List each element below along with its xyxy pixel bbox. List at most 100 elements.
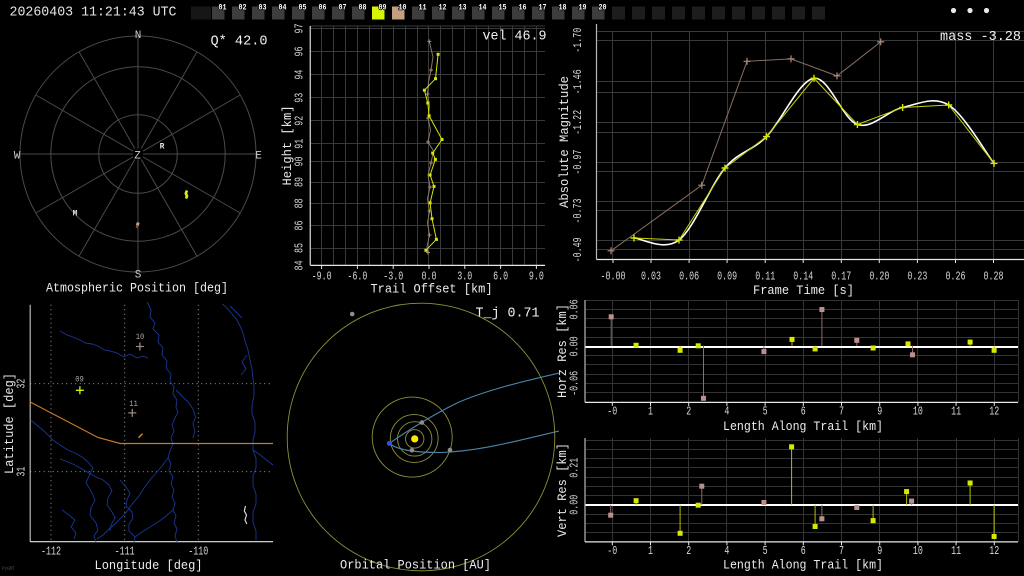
svg-text:86: 86 [294,220,307,230]
svg-text:09: 09 [75,375,84,385]
svg-text:9: 9 [877,545,882,558]
svg-text:1: 1 [648,406,653,419]
svg-text:-1.46: -1.46 [572,69,585,94]
svg-text:0.17: 0.17 [831,271,851,284]
svg-text:0.28: 0.28 [984,271,1004,284]
svg-text:0.06: 0.06 [679,271,699,284]
svg-text:0.20: 0.20 [869,271,889,284]
svg-text:0.11: 0.11 [755,271,775,284]
svg-text:7: 7 [839,545,844,558]
svg-text:-110: -110 [188,546,208,559]
svg-text:31: 31 [16,467,29,477]
svg-text:PyGMT: PyGMT [2,566,15,572]
svg-text:N: N [135,30,142,42]
svg-text:-112: -112 [41,546,61,559]
svg-text:05: 05 [299,4,307,13]
svg-text:17: 17 [539,4,547,13]
svg-text:Vert Res [km]: Vert Res [km] [555,443,570,537]
svg-text:Length Along Trail [km]: Length Along Trail [km] [723,420,883,434]
svg-text:0.00: 0.00 [569,495,582,515]
svg-text:13: 13 [459,4,467,13]
svg-text:10: 10 [136,332,145,342]
svg-text:03: 03 [259,4,267,13]
svg-text:-1.22: -1.22 [572,110,585,135]
svg-text:0.21: 0.21 [569,458,582,478]
svg-text:E: E [255,151,262,163]
svg-text:-0.00: -0.00 [601,271,626,284]
svg-text:6: 6 [801,406,806,419]
svg-text:11: 11 [129,399,138,409]
svg-text:mass -3.28: mass -3.28 [940,30,1021,45]
svg-text:12: 12 [989,406,999,419]
svg-text:6.0: 6.0 [493,271,508,284]
svg-text:0.06: 0.06 [569,299,582,319]
svg-text:-0: -0 [607,406,617,419]
svg-text:07: 07 [339,4,347,13]
svg-text:1: 1 [648,545,653,558]
svg-text:11: 11 [419,4,427,13]
svg-text:6: 6 [801,545,806,558]
svg-text:-0.97: -0.97 [572,150,585,175]
svg-text:0.00: 0.00 [569,336,582,356]
svg-text:vel 46.9: vel 46.9 [483,30,547,45]
svg-text:84: 84 [294,260,307,270]
svg-text:01: 01 [219,4,227,13]
svg-text:7: 7 [839,406,844,419]
svg-text:Q* 42.0: Q* 42.0 [211,35,268,50]
svg-text:0.03: 0.03 [641,271,661,284]
svg-text:2: 2 [686,545,691,558]
svg-text:0.26: 0.26 [945,271,965,284]
svg-text:20: 20 [599,4,607,13]
svg-text:11: 11 [951,545,961,558]
svg-text:19: 19 [579,4,587,13]
svg-text:32: 32 [16,379,29,389]
svg-text:R: R [160,143,165,152]
svg-text:89: 89 [294,177,307,187]
svg-text:18: 18 [559,4,567,13]
svg-text:S: S [135,270,142,282]
svg-text:Length Along Trail [km]: Length Along Trail [km] [723,559,883,573]
svg-text:12: 12 [989,545,999,558]
svg-text:11: 11 [951,406,961,419]
svg-text:14: 14 [479,4,487,13]
svg-text:09: 09 [379,4,387,13]
svg-text:Latitude [deg]: Latitude [deg] [2,373,17,474]
svg-text:90: 90 [294,156,307,166]
svg-text:10: 10 [399,4,407,13]
svg-text:92: 92 [294,116,307,126]
svg-text:Atmospheric Position [deg]: Atmospheric Position [deg] [46,282,228,296]
svg-text:Frame Time [s]: Frame Time [s] [753,284,854,298]
svg-text:Height [km]: Height [km] [280,106,295,186]
svg-text:88: 88 [294,198,307,208]
svg-text:2: 2 [686,406,691,419]
svg-text:5: 5 [763,406,768,419]
svg-text:M: M [73,210,78,219]
svg-text:-111: -111 [115,546,135,559]
svg-text:4: 4 [724,545,729,558]
svg-text:0.23: 0.23 [907,271,927,284]
svg-text:04: 04 [279,4,287,13]
svg-text:-6.0: -6.0 [347,271,367,284]
svg-text:-0: -0 [607,545,617,558]
svg-text:5: 5 [763,545,768,558]
svg-text:08: 08 [359,4,367,13]
svg-text:94: 94 [294,70,307,80]
svg-text:-0.49: -0.49 [572,237,585,262]
svg-text:91: 91 [294,139,307,149]
svg-text:T_j 0.71: T_j 0.71 [476,307,540,322]
svg-text:12: 12 [439,4,447,13]
svg-text:06: 06 [319,4,327,13]
svg-text:02: 02 [239,4,247,13]
svg-text:97: 97 [294,24,307,34]
svg-text:10: 10 [913,406,923,419]
svg-text:20260403 11:21:43 UTC: 20260403 11:21:43 UTC [10,6,177,21]
svg-text:15: 15 [499,4,507,13]
svg-text:9.0: 9.0 [529,271,544,284]
svg-text:16: 16 [519,4,527,13]
svg-text:96: 96 [294,46,307,56]
svg-text:9: 9 [877,406,882,419]
svg-text:Absolute Magnitude: Absolute Magnitude [557,76,572,208]
svg-text:-0.06: -0.06 [569,371,582,396]
svg-text:10: 10 [913,545,923,558]
svg-text:Longitude [deg]: Longitude [deg] [95,559,203,573]
